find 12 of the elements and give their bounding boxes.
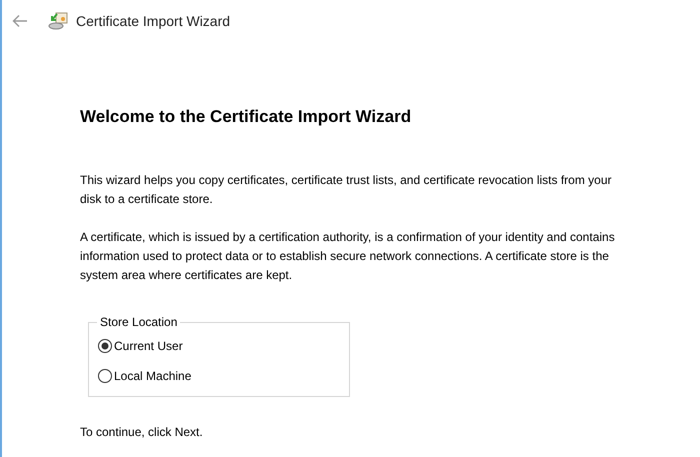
- radio-button[interactable]: [97, 368, 113, 384]
- instruction-text: To continue, click Next.: [80, 425, 204, 439]
- option-label[interactable]: Local Machine: [114, 368, 192, 382]
- option-label[interactable]: Current User: [114, 338, 183, 352]
- wizard-heading: Welcome to the Certificate Import Wizard: [80, 107, 412, 127]
- description-text: This wizard helps you copy certificates, certificate trust lists, and certificate revocation lists from your disk to a certificate store.: [80, 172, 613, 208]
- back-arrow-icon[interactable]: [12, 14, 28, 28]
- radio-button[interactable]: [97, 338, 113, 354]
- group-label: Store Location: [99, 315, 178, 329]
- certificate-install-icon: [48, 11, 68, 31]
- window-title: Certificate Import Wizard: [76, 13, 230, 29]
- description-text: A certificate, which is issued by a certification authority, is a confirmation of your identity and contains information used to protect data or to establish secure network connections. A certificate store is the system area where certificates are kept.: [80, 229, 616, 284]
